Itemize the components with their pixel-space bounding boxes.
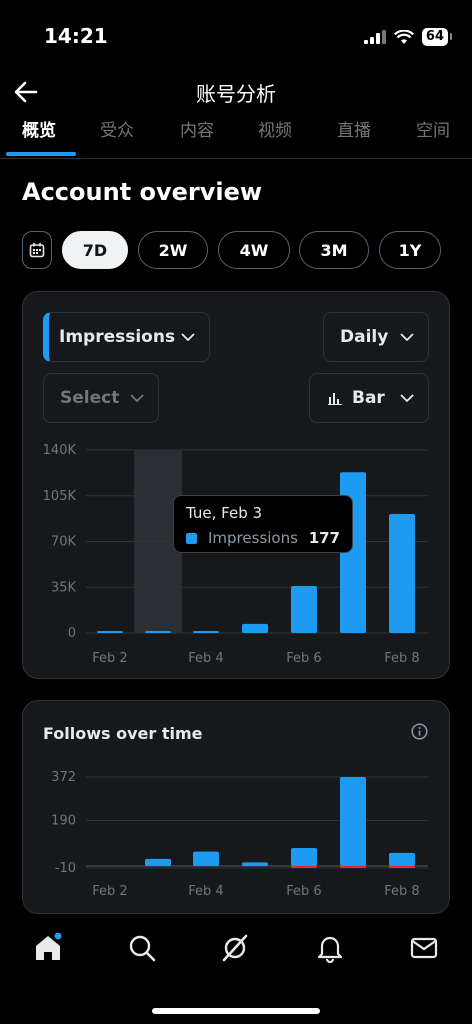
grok-icon[interactable] xyxy=(220,933,250,963)
unfollows-bar-feb-7 xyxy=(340,866,366,868)
y-tick-label: 372 xyxy=(51,770,76,785)
home-icon[interactable] xyxy=(33,933,63,963)
messages-icon[interactable] xyxy=(409,933,439,963)
bottom-nav xyxy=(0,920,472,980)
follows-bar-feb-8 xyxy=(389,852,415,866)
follows-bar-feb-7 xyxy=(340,777,366,866)
unfollows-bar-feb-8 xyxy=(389,866,415,868)
unfollows-bar-feb-6 xyxy=(291,866,317,868)
x-tick-label: Feb 8 xyxy=(384,884,419,899)
search-icon[interactable] xyxy=(127,933,157,963)
follows-bar-feb-5 xyxy=(242,862,268,866)
notifications-icon[interactable] xyxy=(315,933,345,963)
y-tick-label: -10 xyxy=(55,861,76,876)
x-tick-label: Feb 4 xyxy=(188,884,223,899)
follows-bar-feb-4 xyxy=(193,851,219,866)
follows-bar-feb-6 xyxy=(291,848,317,866)
x-tick-label: Feb 6 xyxy=(286,884,321,899)
follows-chart[interactable]: 372 190 -10 Feb 2 Feb 4 Feb 6 Feb 8 xyxy=(0,0,472,1024)
follows-bar-feb-3 xyxy=(145,858,171,866)
x-tick-label: Feb 2 xyxy=(92,884,127,899)
y-tick-label: 190 xyxy=(51,814,76,829)
home-indicator xyxy=(152,1008,320,1014)
